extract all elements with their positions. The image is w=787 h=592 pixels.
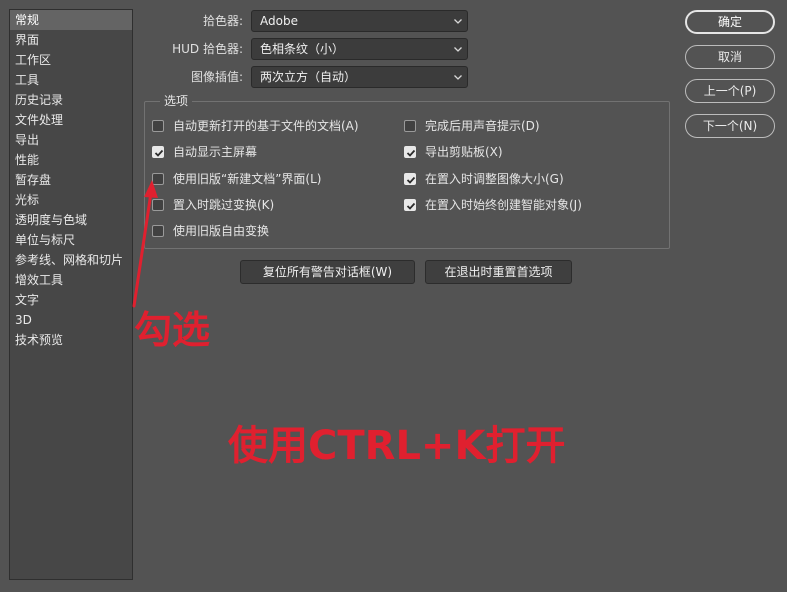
annotation-arrow-icon	[132, 180, 158, 308]
preferences-dialog: 常规 界面 工作区 工具 历史记录 文件处理 导出 性能 暂存盘 光标 透明度与…	[0, 0, 787, 592]
check-hint-annotation: 勾选	[134, 308, 211, 352]
shortcut-hint-annotation: 使用CTRL+K打开	[228, 423, 566, 469]
